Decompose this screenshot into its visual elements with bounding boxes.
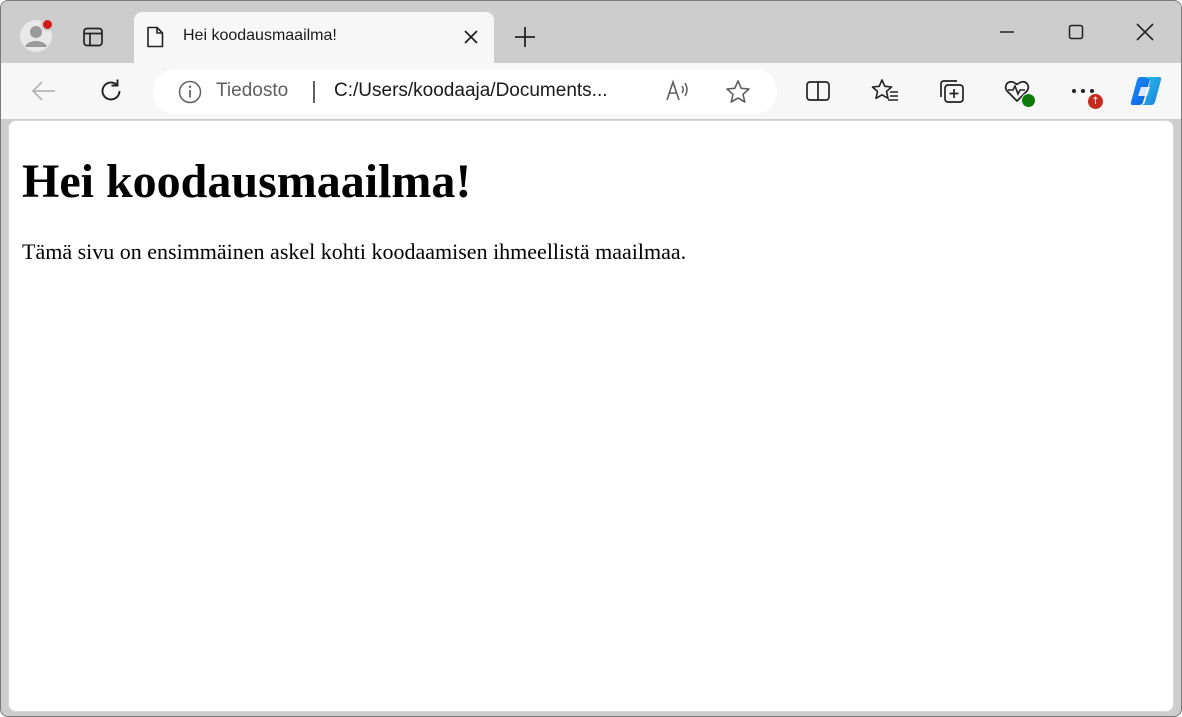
page-paragraph: Tämä sivu on ensimmäinen askel kohti koo… <box>22 239 687 264</box>
close-icon <box>1136 23 1154 41</box>
minimize-button[interactable] <box>984 15 1030 49</box>
refresh-icon <box>101 79 121 101</box>
tab-title: Hei koodausmaailma! <box>183 27 337 44</box>
toolbar: Tiedosto C:/Users/koodaaja/Documents... <box>1 63 1181 119</box>
refresh-button[interactable] <box>95 75 127 107</box>
collections-button[interactable] <box>935 75 967 107</box>
tab-actions-button[interactable] <box>79 23 107 51</box>
address-separator <box>313 81 315 103</box>
browser-essentials-button[interactable] <box>1001 75 1036 108</box>
tab-active[interactable]: Hei koodausmaailma! <box>134 12 494 63</box>
notification-dot <box>41 18 54 31</box>
close-icon <box>464 30 478 44</box>
page-heading: Hei koodausmaailma! <box>22 155 472 208</box>
maximize-button[interactable] <box>1053 15 1099 49</box>
star-icon <box>726 80 750 103</box>
browser-window: Hei koodausmaailma! Tiedosto C:/Users/ko… <box>0 0 1182 717</box>
minimize-icon <box>1000 31 1014 33</box>
page-viewport: Hei koodausmaailma! Tämä sivu on ensimmä… <box>8 120 1174 712</box>
maximize-icon <box>1068 24 1084 40</box>
plus-icon <box>515 27 535 47</box>
site-label: Tiedosto <box>216 80 289 101</box>
close-window-button[interactable] <box>1122 15 1168 49</box>
copilot-button[interactable] <box>1128 73 1164 109</box>
info-icon <box>178 80 202 104</box>
page-icon <box>146 26 164 53</box>
add-favorite-button[interactable] <box>725 79 751 110</box>
back-button[interactable] <box>28 75 60 107</box>
split-screen-icon <box>806 81 830 101</box>
more-options-button[interactable]: ↑ <box>1067 75 1103 109</box>
address-bar[interactable]: Tiedosto C:/Users/koodaaja/Documents... <box>153 69 777 114</box>
favorites-button[interactable] <box>869 75 901 107</box>
split-screen-button[interactable] <box>802 75 834 107</box>
site-info-button[interactable] <box>178 80 202 109</box>
tab-actions-icon <box>83 27 103 47</box>
favorites-icon <box>871 79 898 101</box>
url-text[interactable]: C:/Users/koodaaja/Documents... <box>334 80 608 102</box>
back-arrow-icon <box>31 81 55 101</box>
profile-button[interactable] <box>19 18 54 53</box>
read-aloud-icon <box>666 79 688 101</box>
read-aloud-button[interactable] <box>665 79 691 108</box>
update-badge: ↑ <box>1088 94 1103 109</box>
collections-icon <box>940 80 964 103</box>
new-tab-button[interactable] <box>511 23 539 51</box>
status-badge <box>1021 93 1036 108</box>
copilot-icon <box>1130 77 1162 105</box>
tab-strip: Hei koodausmaailma! <box>1 1 1181 63</box>
close-tab-button[interactable] <box>462 28 480 46</box>
